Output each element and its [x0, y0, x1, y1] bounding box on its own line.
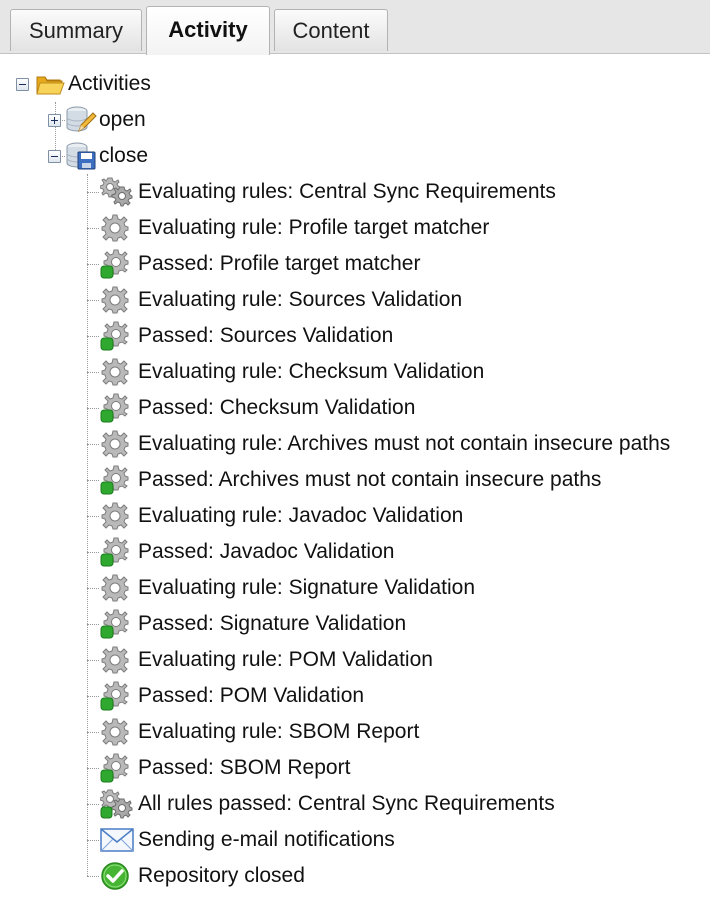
- gear-icon: [100, 573, 130, 603]
- folder-open-icon: [35, 71, 65, 97]
- activity-event-row[interactable]: Evaluating rule: Sources Validation: [100, 282, 462, 318]
- activity-event-row[interactable]: Passed: Checksum Validation: [100, 390, 415, 426]
- tab-summary[interactable]: Summary: [10, 9, 142, 51]
- gear-passed-icon: [100, 465, 130, 495]
- tree-line: [87, 588, 99, 589]
- tree-line: [87, 480, 99, 481]
- tree-line: [87, 174, 88, 876]
- tree-line: [87, 372, 99, 373]
- tree-line: [87, 552, 99, 553]
- activity-event-label: Passed: Sources Validation: [138, 324, 394, 347]
- activity-event-label: Evaluating rule: Profile target matcher: [138, 216, 490, 239]
- tree-line: [87, 624, 99, 625]
- gear-passed-icon: [100, 681, 130, 711]
- expand-toggle[interactable]: [48, 113, 61, 127]
- gear-passed-icon: [100, 609, 130, 639]
- tree-line: [87, 768, 99, 769]
- tree-line: [87, 300, 99, 301]
- gear-passed-icon: [100, 753, 130, 783]
- tree-line: [87, 408, 99, 409]
- gear-passed-icon: [100, 249, 130, 279]
- activity-event-label: Evaluating rule: Javadoc Validation: [138, 504, 464, 527]
- tree-line: [87, 444, 99, 445]
- activity-event-label: Passed: Checksum Validation: [138, 396, 416, 419]
- tree-line: [87, 516, 99, 517]
- activity-tree: Activities open close Evaluating rules: …: [0, 58, 710, 904]
- activity-event-row[interactable]: Evaluating rule: Signature Validation: [100, 570, 475, 606]
- activity-event-row[interactable]: Evaluating rule: POM Validation: [100, 642, 433, 678]
- activity-event-label: Passed: Archives must not contain insecu…: [138, 468, 602, 491]
- gears-icon: [100, 177, 134, 207]
- tab-content[interactable]: Content: [274, 9, 388, 51]
- activity-event-row[interactable]: Evaluating rule: Checksum Validation: [100, 354, 484, 390]
- activity-event-label: Repository closed: [138, 864, 305, 887]
- gear-icon: [100, 429, 130, 459]
- activity-event-label: Evaluating rule: Archives must not conta…: [138, 432, 671, 455]
- activity-event-row[interactable]: Passed: Profile target matcher: [100, 246, 420, 282]
- activity-event-row[interactable]: Sending e-mail notifications: [100, 822, 395, 858]
- gear-icon: [100, 501, 130, 531]
- activity-event-row[interactable]: Evaluating rules: Central Sync Requireme…: [100, 174, 556, 210]
- tab-strip: Summary Activity Content: [0, 0, 710, 55]
- activity-event-label: Evaluating rule: Signature Validation: [138, 576, 475, 599]
- activity-event-row[interactable]: Evaluating rule: Archives must not conta…: [100, 426, 670, 462]
- tree-line: [87, 732, 99, 733]
- tab-activity[interactable]: Activity: [146, 6, 270, 55]
- gear-icon: [100, 717, 130, 747]
- tree-line: [87, 804, 99, 805]
- activity-event-label: Evaluating rule: Checksum Validation: [138, 360, 485, 383]
- gear-icon: [100, 213, 130, 243]
- gear-icon: [100, 285, 130, 315]
- tree-node-open[interactable]: open: [46, 102, 146, 138]
- activity-event-row[interactable]: Passed: POM Validation: [100, 678, 364, 714]
- check-circle-icon: [100, 861, 130, 891]
- activity-event-label: Evaluating rule: Sources Validation: [138, 288, 463, 311]
- tree-node-label: open: [99, 108, 146, 131]
- activity-event-label: Passed: Javadoc Validation: [138, 540, 395, 563]
- tree-line: [87, 264, 99, 265]
- activity-event-row[interactable]: Evaluating rule: Javadoc Validation: [100, 498, 463, 534]
- activity-event-label: Passed: Profile target matcher: [138, 252, 421, 275]
- activity-event-row[interactable]: Passed: Sources Validation: [100, 318, 393, 354]
- database-edit-icon: [65, 105, 97, 135]
- gear-passed-icon: [100, 321, 130, 351]
- tree-node-label: Activities: [68, 72, 151, 95]
- tree-node-close[interactable]: close: [46, 138, 148, 174]
- activity-event-row[interactable]: Evaluating rule: SBOM Report: [100, 714, 419, 750]
- tree-line: [87, 840, 99, 841]
- activity-event-row[interactable]: Repository closed: [100, 858, 305, 894]
- gear-passed-icon: [100, 537, 130, 567]
- gear-icon: [100, 645, 130, 675]
- activity-event-label: Evaluating rule: SBOM Report: [138, 720, 420, 743]
- gear-icon: [100, 357, 130, 387]
- activity-event-row[interactable]: Evaluating rule: Profile target matcher: [100, 210, 489, 246]
- envelope-icon: [100, 825, 134, 855]
- gears-passed-icon: [100, 789, 134, 819]
- activity-event-row[interactable]: Passed: Signature Validation: [100, 606, 406, 642]
- activity-event-row[interactable]: Passed: Archives must not contain insecu…: [100, 462, 601, 498]
- activity-event-label: Evaluating rule: POM Validation: [138, 648, 433, 671]
- tree-line: [87, 660, 99, 661]
- activity-event-label: Passed: Signature Validation: [138, 612, 407, 635]
- tree-line: [87, 192, 99, 193]
- tree-node-label: close: [99, 144, 149, 167]
- activity-event-row[interactable]: Passed: SBOM Report: [100, 750, 350, 786]
- activity-event-row[interactable]: All rules passed: Central Sync Requireme…: [100, 786, 555, 822]
- activity-event-label: All rules passed: Central Sync Requireme…: [138, 792, 555, 815]
- tree-line: [87, 228, 99, 229]
- gear-passed-icon: [100, 393, 130, 423]
- activity-event-label: Evaluating rules: Central Sync Requireme…: [138, 180, 556, 203]
- tree-node-activities[interactable]: Activities: [14, 66, 151, 102]
- tree-line: [87, 696, 99, 697]
- activity-event-row[interactable]: Passed: Javadoc Validation: [100, 534, 394, 570]
- collapse-toggle[interactable]: [48, 149, 61, 163]
- activity-event-label: Sending e-mail notifications: [138, 828, 395, 851]
- database-save-icon: [65, 141, 97, 171]
- tree-line: [87, 336, 99, 337]
- activity-event-label: Passed: POM Validation: [138, 684, 365, 707]
- activity-event-label: Passed: SBOM Report: [138, 756, 351, 779]
- collapse-toggle[interactable]: [16, 77, 29, 91]
- tree-line: [87, 876, 99, 877]
